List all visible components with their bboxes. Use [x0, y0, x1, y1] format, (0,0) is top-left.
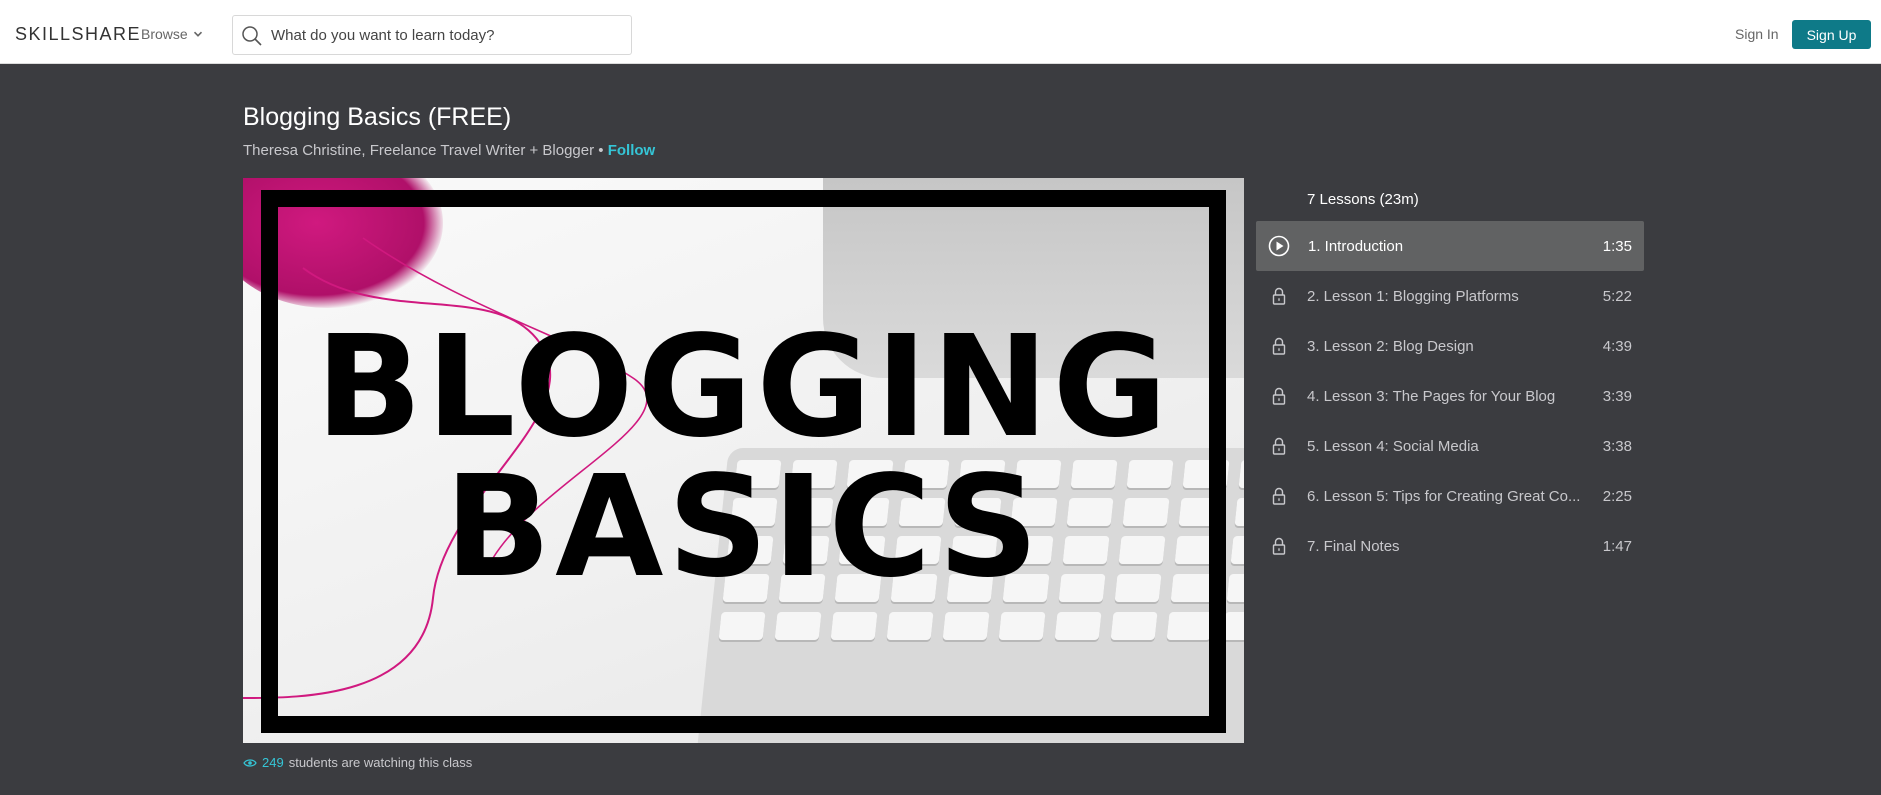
lock-icon	[1272, 437, 1286, 455]
top-header: SKILLSHARE Browse Sign In Sign Up	[0, 0, 1881, 64]
lesson-title: 7. Final Notes	[1307, 537, 1400, 555]
lesson-title: 3. Lesson 2: Blog Design	[1307, 337, 1474, 355]
lesson-item[interactable]: 1. Introduction 1:35	[1256, 221, 1644, 271]
eye-icon	[243, 758, 257, 767]
lesson-item[interactable]: 4. Lesson 3: The Pages for Your Blog 3:3…	[1256, 371, 1644, 421]
lesson-title: 6. Lesson 5: Tips for Creating Great Co.…	[1307, 487, 1581, 505]
skillshare-logo[interactable]: SKILLSHARE	[15, 24, 141, 45]
thumbnail-title-line2: BASICS	[444, 446, 1043, 609]
watching-count: 249	[262, 755, 284, 770]
lesson-list: 1. Introduction 1:35 2. Lesson 1: Bloggi…	[1256, 221, 1644, 571]
lesson-duration: 1:35	[1602, 237, 1632, 255]
lesson-item[interactable]: 6. Lesson 5: Tips for Creating Great Co.…	[1256, 471, 1644, 521]
lesson-item[interactable]: 7. Final Notes 1:47	[1256, 521, 1644, 571]
lock-icon	[1272, 337, 1286, 355]
lesson-title: 1. Introduction	[1308, 237, 1404, 255]
lesson-title: 4. Lesson 3: The Pages for Your Blog	[1307, 387, 1556, 405]
lesson-duration: 5:22	[1602, 287, 1632, 305]
search-input[interactable]	[271, 16, 626, 54]
chevron-down-icon	[193, 31, 202, 37]
course-byline: Theresa Christine, Freelance Travel Writ…	[243, 142, 655, 159]
course-title: Blogging Basics (FREE)	[243, 103, 512, 131]
follow-button[interactable]: Follow	[608, 142, 656, 159]
lesson-item[interactable]: 3. Lesson 2: Blog Design 4:39	[1256, 321, 1644, 371]
lesson-duration: 1:47	[1602, 537, 1632, 555]
author-name[interactable]: Theresa Christine, Freelance Travel Writ…	[243, 142, 594, 159]
lesson-duration: 3:38	[1602, 437, 1632, 455]
search-icon	[242, 26, 262, 46]
browse-menu-button[interactable]: Browse	[141, 26, 203, 42]
lessons-header: 7 Lessons (23m)	[1307, 191, 1419, 208]
lesson-duration: 2:25	[1602, 487, 1632, 505]
watching-info: 249 students are watching this class	[243, 755, 472, 770]
play-icon	[1268, 235, 1290, 257]
sign-in-link[interactable]: Sign In	[1735, 26, 1779, 42]
browse-label: Browse	[141, 26, 188, 42]
lesson-item[interactable]: 2. Lesson 1: Blogging Platforms 5:22	[1256, 271, 1644, 321]
lesson-item[interactable]: 5. Lesson 4: Social Media 3:38	[1256, 421, 1644, 471]
lock-icon	[1272, 487, 1286, 505]
video-player[interactable]: BLOGGING BASICS	[243, 178, 1244, 743]
lock-icon	[1272, 287, 1286, 305]
watching-text: students are watching this class	[288, 755, 473, 770]
lesson-duration: 3:39	[1602, 387, 1632, 405]
lesson-title: 2. Lesson 1: Blogging Platforms	[1307, 287, 1519, 305]
lesson-duration: 4:39	[1602, 337, 1632, 355]
lock-icon	[1272, 537, 1286, 555]
sign-up-button[interactable]: Sign Up	[1792, 20, 1871, 49]
lock-icon	[1272, 387, 1286, 405]
byline-separator: •	[594, 142, 608, 159]
lesson-title: 5. Lesson 4: Social Media	[1307, 437, 1479, 455]
thumbnail-title-line1: BLOGGING	[315, 306, 1172, 469]
search-box[interactable]	[232, 15, 632, 55]
